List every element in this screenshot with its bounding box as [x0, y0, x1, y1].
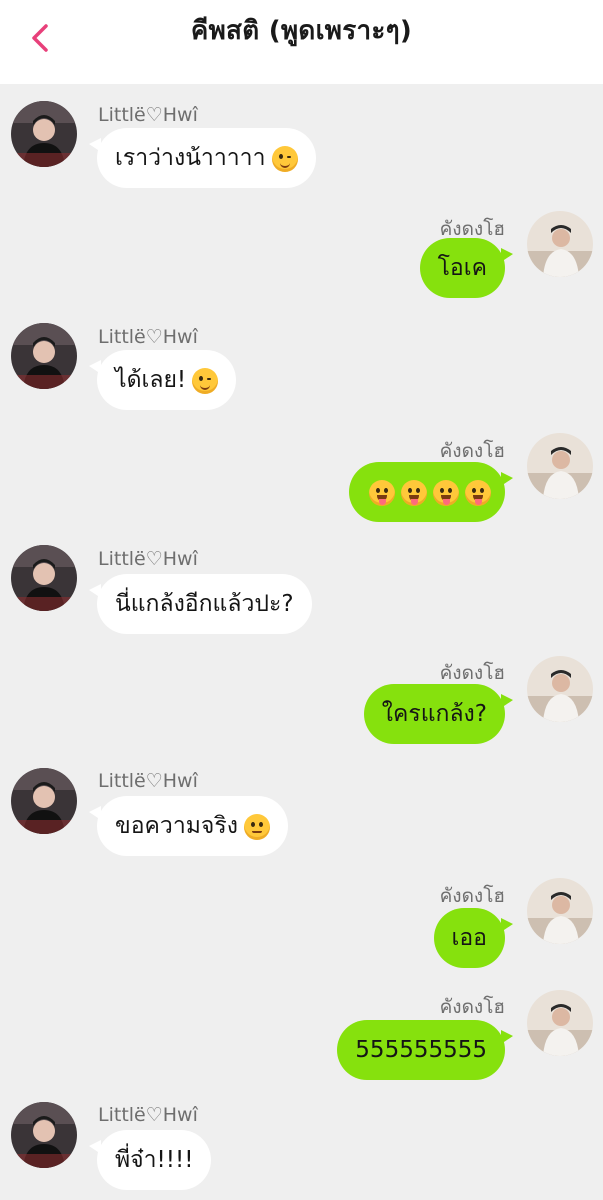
message-bubble-outgoing[interactable]	[349, 462, 513, 522]
message-text: พี่จ๋า!!!!	[115, 1147, 194, 1173]
message-text: นี่แกล้งอีกแล้วปะ?	[115, 591, 294, 617]
avatar-kangdongho[interactable]	[527, 433, 593, 499]
message-bubble-incoming[interactable]: เราว่างน้าาาาา	[89, 128, 316, 188]
message-bubble-incoming[interactable]: พี่จ๋า!!!!	[88, 1130, 212, 1190]
avatar-littlehwi[interactable]	[11, 101, 77, 167]
sender-name: Littlë♡Hwî	[98, 326, 198, 348]
sender-name: Littlë♡Hwî	[98, 770, 198, 792]
sender-name: คังดงโฮ	[439, 996, 505, 1018]
message-text: โอเค	[437, 255, 487, 281]
avatar-kangdongho[interactable]	[527, 211, 593, 277]
message-list[interactable]: Littlë♡Hwî เราว่างน้าาาาา คังดงโฮ โอเค L…	[0, 84, 603, 1200]
message-text: 555555555	[355, 1037, 487, 1063]
message-text: ใครแกล้ง?	[381, 701, 487, 727]
message-text: เออ	[451, 925, 488, 951]
tongue-emoji-icon	[465, 479, 491, 506]
sender-name: Littlë♡Hwî	[98, 104, 198, 126]
chat-header: คีพสติ (พูดเพราะๆ)	[0, 0, 603, 84]
message-bubble-incoming[interactable]: นี่แกล้งอีกแล้วปะ?	[89, 574, 312, 634]
message-text: ขอความจริง	[115, 813, 238, 839]
sender-name: Littlë♡Hwî	[98, 1104, 198, 1126]
chat-title: คีพสติ (พูดเพราะๆ)	[190, 16, 413, 46]
avatar-kangdongho[interactable]	[527, 656, 593, 722]
tongue-emoji-icon	[401, 479, 427, 506]
message-bubble-incoming[interactable]: ได้เลย!	[88, 350, 237, 410]
wink-emoji-icon	[271, 145, 298, 172]
message-bubble-outgoing[interactable]: 555555555	[337, 1020, 513, 1080]
message-bubble-outgoing[interactable]: ใครแกล้ง?	[363, 684, 514, 744]
sender-name: คังดงโฮ	[439, 885, 505, 907]
avatar-littlehwi[interactable]	[11, 1102, 77, 1168]
tongue-emoji-icon	[433, 479, 459, 506]
avatar-littlehwi[interactable]	[11, 768, 77, 834]
avatar-kangdongho[interactable]	[527, 878, 593, 944]
neutral-emoji-icon	[243, 813, 270, 840]
avatar-littlehwi[interactable]	[11, 545, 77, 611]
message-bubble-outgoing[interactable]: โอเค	[419, 238, 514, 298]
avatar-kangdongho[interactable]	[527, 990, 593, 1056]
avatar-littlehwi[interactable]	[11, 323, 77, 389]
message-text: ได้เลย!	[115, 367, 187, 393]
sender-name: Littlë♡Hwî	[98, 548, 198, 570]
tongue-emoji-icon	[369, 479, 395, 506]
message-text: เราว่างน้าาาาา	[115, 145, 266, 171]
message-bubble-outgoing[interactable]: เออ	[433, 908, 513, 968]
message-bubble-incoming[interactable]: ขอความจริง	[89, 796, 288, 856]
wink-emoji-icon	[192, 367, 219, 394]
